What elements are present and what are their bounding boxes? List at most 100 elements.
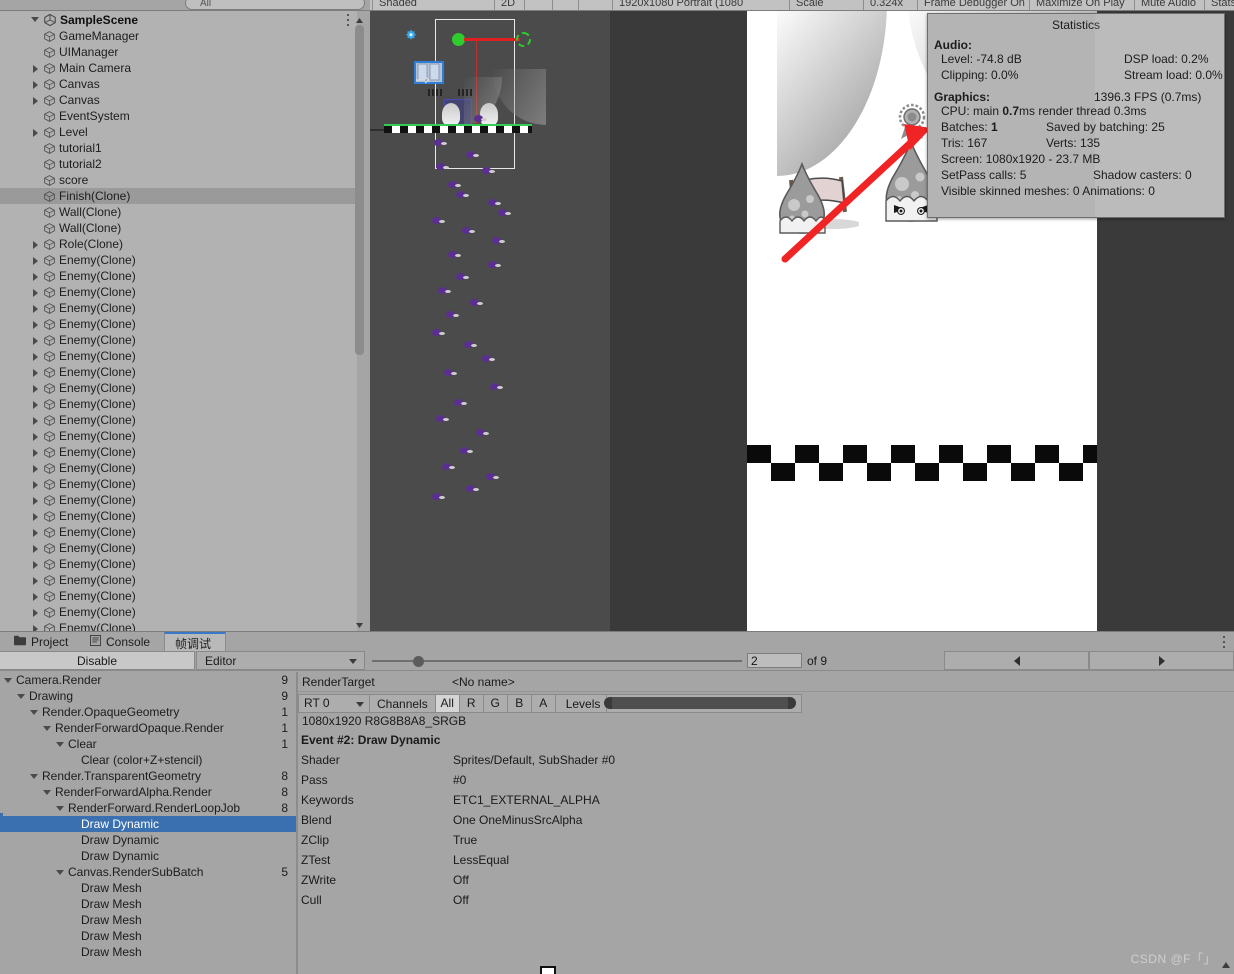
hierarchy-item[interactable]: Main Camera	[0, 60, 358, 76]
foldout-icon[interactable]	[30, 63, 41, 74]
hierarchy-item[interactable]: Enemy(Clone)	[0, 284, 358, 300]
frame-event-row[interactable]: Draw Mesh	[0, 912, 296, 928]
levels-slider[interactable]	[604, 697, 797, 709]
foldout-icon[interactable]	[42, 723, 53, 734]
foldout-icon[interactable]	[30, 575, 41, 586]
frame-slider-track[interactable]	[372, 660, 742, 662]
toolbar-segment-5[interactable]: 1920x1080 Portrait (1080	[612, 0, 787, 10]
frame-event-row[interactable]: Draw Dynamic	[0, 816, 296, 832]
hierarchy-item[interactable]: Enemy(Clone)	[0, 332, 358, 348]
detail-scroll-up-icon[interactable]	[1221, 959, 1231, 969]
foldout-icon[interactable]	[30, 463, 41, 474]
hierarchy-item[interactable]: Enemy(Clone)	[0, 268, 358, 284]
levels-max-handle[interactable]	[788, 697, 797, 709]
toolbar-segment-7[interactable]: 0.324x	[863, 0, 915, 10]
frame-event-row[interactable]: Clear (color+Z+stencil)	[0, 752, 296, 768]
scene-view[interactable]	[370, 11, 610, 631]
hierarchy-menu-icon[interactable]	[347, 14, 350, 26]
hierarchy-item[interactable]: Role(Clone)	[0, 236, 358, 252]
hierarchy-item[interactable]: Enemy(Clone)	[0, 524, 358, 540]
next-frame-button[interactable]	[1089, 651, 1234, 670]
scene-foldout-icon[interactable]	[30, 14, 41, 25]
levels-control[interactable]	[604, 693, 803, 713]
channel-button-a[interactable]: A	[531, 693, 556, 713]
scroll-down-icon[interactable]	[355, 619, 364, 628]
frame-debugger-toolbar[interactable]: Disable Editor 2 of 9	[0, 651, 1234, 671]
hierarchy-item[interactable]: Enemy(Clone)	[0, 508, 358, 524]
rt-select-dropdown[interactable]: RT 0	[298, 693, 370, 713]
hierarchy-item[interactable]: Enemy(Clone)	[0, 540, 358, 556]
foldout-icon[interactable]	[30, 287, 41, 298]
frame-event-row[interactable]: RenderForward.RenderLoopJob 8	[0, 800, 296, 816]
foldout-icon[interactable]	[30, 399, 41, 410]
foldout-icon[interactable]	[30, 255, 41, 266]
hierarchy-item[interactable]: Enemy(Clone)	[0, 492, 358, 508]
disable-button[interactable]: Disable	[0, 651, 195, 670]
frame-event-row[interactable]: RenderForwardOpaque.Render 1	[0, 720, 296, 736]
toolbar-segment-0[interactable]: Shaded	[372, 0, 492, 10]
foldout-icon[interactable]	[30, 479, 41, 490]
hierarchy-item[interactable]: Enemy(Clone)	[0, 412, 358, 428]
frame-event-row[interactable]: Camera.Render 9	[0, 672, 296, 688]
foldout-icon[interactable]	[30, 319, 41, 330]
frame-event-row[interactable]: RenderForwardAlpha.Render 8	[0, 784, 296, 800]
frame-event-row[interactable]: Clear 1	[0, 736, 296, 752]
target-dropdown[interactable]: Editor	[196, 651, 365, 670]
hierarchy-item[interactable]: Enemy(Clone)	[0, 604, 358, 620]
toolbar-segment-4[interactable]	[578, 0, 608, 10]
hierarchy-item[interactable]: score	[0, 172, 358, 188]
hierarchy-item[interactable]: Enemy(Clone)	[0, 556, 358, 572]
foldout-icon[interactable]	[30, 95, 41, 106]
channel-button-b[interactable]: B	[507, 693, 532, 713]
foldout-icon[interactable]	[30, 623, 41, 631]
foldout-icon[interactable]	[30, 591, 41, 602]
levels-min-handle[interactable]	[604, 697, 613, 709]
foldout-icon[interactable]	[29, 771, 40, 782]
toolbar-segment-3[interactable]	[552, 0, 576, 10]
hierarchy-item[interactable]: Canvas	[0, 76, 358, 92]
foldout-icon[interactable]	[55, 803, 66, 814]
foldout-icon[interactable]	[30, 431, 41, 442]
tab-1[interactable]: Console	[80, 632, 162, 652]
hierarchy-item[interactable]: Enemy(Clone)	[0, 300, 358, 316]
frame-event-row[interactable]: Draw Mesh	[0, 880, 296, 896]
frame-event-tree[interactable]: Camera.Render 9 Drawing 9 Render.OpaqueGeome…	[0, 672, 296, 974]
hierarchy-item[interactable]: Enemy(Clone)	[0, 460, 358, 476]
toolbar-segment-2[interactable]	[524, 0, 550, 10]
toolbar-segment-10[interactable]: Mute Audio	[1134, 0, 1202, 10]
hierarchy-item[interactable]: Enemy(Clone)	[0, 252, 358, 268]
foldout-icon[interactable]	[3, 675, 14, 686]
foldout-icon[interactable]	[30, 607, 41, 618]
foldout-icon[interactable]	[29, 707, 40, 718]
hierarchy-item[interactable]: Wall(Clone)	[0, 204, 358, 220]
hierarchy-item[interactable]: Enemy(Clone)	[0, 620, 358, 631]
foldout-icon[interactable]	[30, 351, 41, 362]
editor-toolbar[interactable]: Shaded 2D 1920x1080 Portrait (1080 Scale 0.3…	[0, 0, 1234, 11]
hierarchy-item[interactable]: Wall(Clone)	[0, 220, 358, 236]
toolbar-segment-6[interactable]: Scale	[789, 0, 861, 10]
channel-button-all[interactable]: All	[435, 693, 460, 713]
frame-event-row[interactable]: Render.OpaqueGeometry 1	[0, 704, 296, 720]
foldout-icon[interactable]	[55, 739, 66, 750]
hierarchy-item[interactable]: tutorial2	[0, 156, 358, 172]
toolbar-segment-1[interactable]: 2D	[494, 0, 522, 10]
foldout-icon[interactable]	[30, 367, 41, 378]
foldout-icon[interactable]	[30, 415, 41, 426]
channel-button-r[interactable]: R	[459, 693, 484, 713]
foldout-icon[interactable]	[30, 495, 41, 506]
hierarchy-item[interactable]: Enemy(Clone)	[0, 348, 358, 364]
frame-event-row[interactable]: Canvas.RenderSubBatch 5	[0, 864, 296, 880]
hierarchy-scroll-thumb[interactable]	[355, 25, 364, 355]
hierarchy-search-input[interactable]: All	[185, 0, 365, 10]
frame-event-row[interactable]: Render.TransparentGeometry 8	[0, 768, 296, 784]
foldout-icon[interactable]	[55, 867, 66, 878]
frame-event-row[interactable]: Draw Dynamic	[0, 848, 296, 864]
foldout-icon[interactable]	[30, 527, 41, 538]
frame-event-row[interactable]: Drawing 9	[0, 688, 296, 704]
foldout-icon[interactable]	[30, 511, 41, 522]
frame-slider-knob[interactable]	[413, 656, 424, 667]
toolbar-segment-11[interactable]: Stats	[1204, 0, 1234, 10]
scroll-up-icon[interactable]	[355, 14, 364, 23]
hierarchy-item[interactable]: Enemy(Clone)	[0, 380, 358, 396]
frame-event-row[interactable]: Draw Mesh	[0, 928, 296, 944]
